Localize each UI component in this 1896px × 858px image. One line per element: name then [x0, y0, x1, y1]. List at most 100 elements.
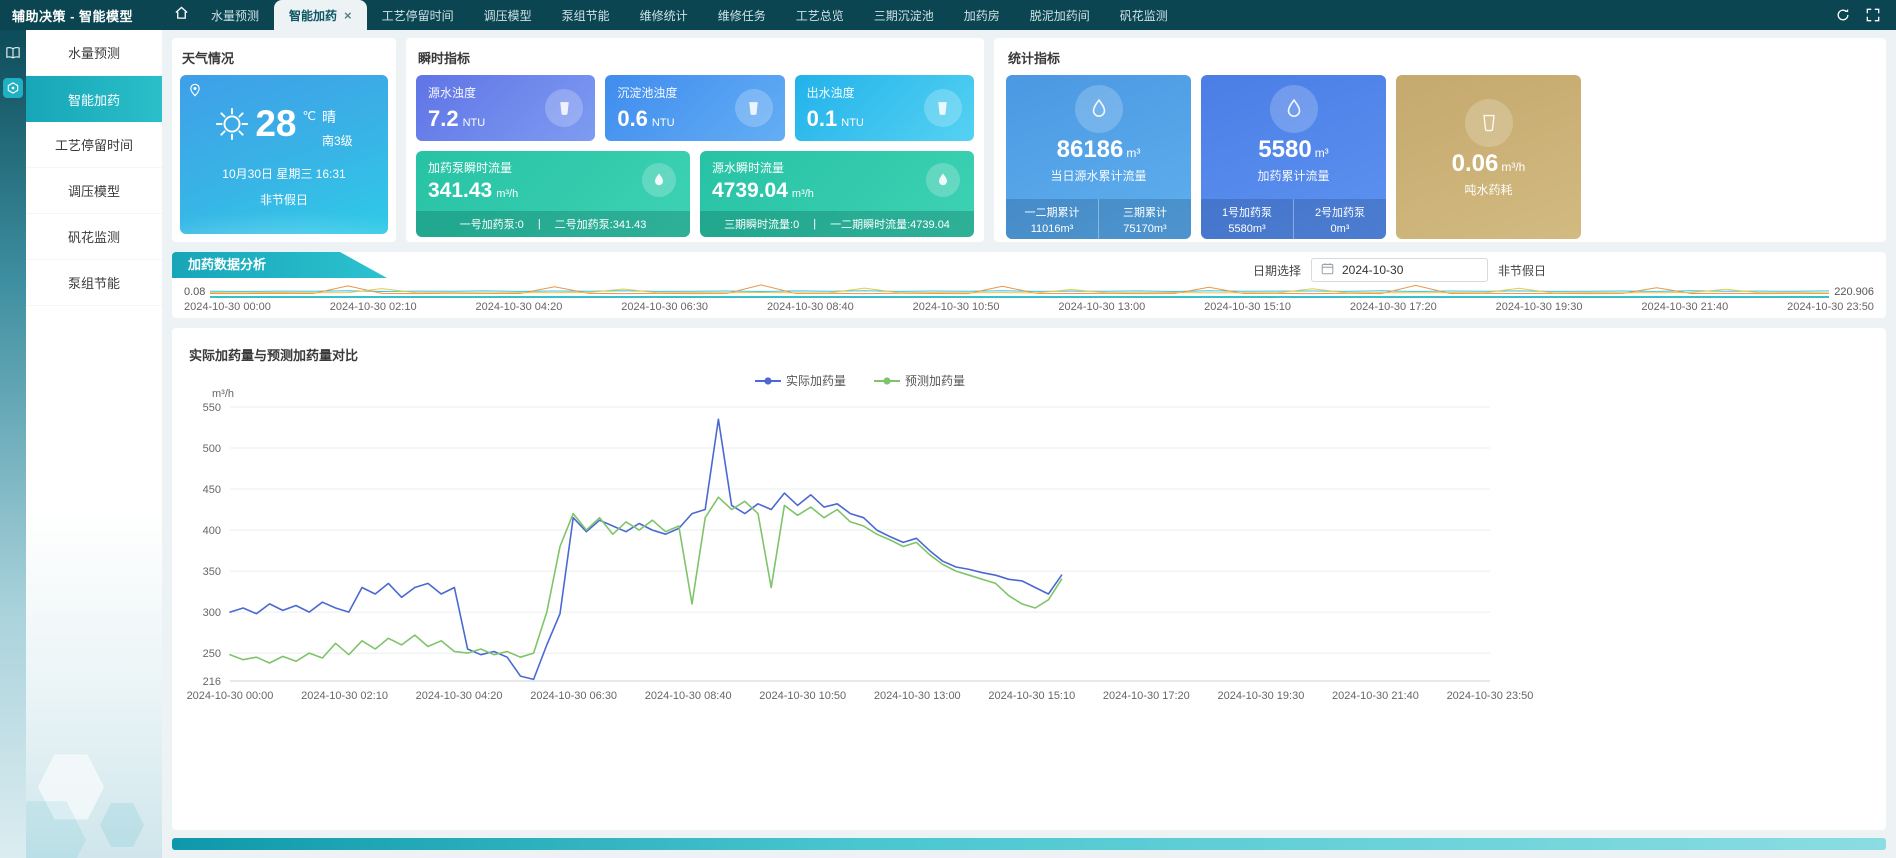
x-axis-label: 2024-10-30 21:40 [1332, 690, 1419, 702]
fullscreen-icon[interactable] [1866, 8, 1880, 22]
tab-pressure-model[interactable]: 调压模型 [469, 0, 547, 30]
y-axis-tick: 250 [203, 648, 221, 660]
phase3-flow: 三期瞬时流量:0 [724, 216, 799, 232]
source-water-turbidity-card: 源水浊度 7.2NTU [416, 75, 595, 141]
x-axis-label: 2024-10-30 15:10 [988, 690, 1075, 702]
card-value: 5580 [1258, 136, 1311, 163]
card-label: 加药累计流量 [1257, 167, 1329, 184]
y-axis-tick: 550 [203, 402, 221, 414]
overview-x-label: 2024-10-30 15:10 [1204, 301, 1291, 313]
model-icon[interactable] [3, 78, 23, 98]
analysis-controls: 日期选择 2024-10-30 非节假日 [1253, 258, 1546, 282]
tab-label: 矾花监测 [1120, 7, 1168, 24]
turbidity-cards-row: 源水浊度 7.2NTU 沉淀池浊度 0.6NTU 出水浊度 0.1NTU [416, 75, 974, 141]
tab-process-overview[interactable]: 工艺总览 [781, 0, 859, 30]
tab-process-retention[interactable]: 工艺停留时间 [367, 0, 469, 30]
tab-maintenance-stats[interactable]: 维修统计 [625, 0, 703, 30]
tab-pump-energy[interactable]: 泵组节能 [547, 0, 625, 30]
card-label: 加药泵瞬时流量 [428, 159, 678, 176]
card-unit: m³/h [792, 188, 814, 200]
tab-floc-monitoring[interactable]: 矾花监测 [1105, 0, 1183, 30]
tab-phase3-sedimentation[interactable]: 三期沉淀池 [859, 0, 949, 30]
app-title: 辅助决策 - 智能模型 [0, 6, 166, 25]
y-axis-tick: 300 [203, 607, 221, 619]
calendar-icon [1321, 262, 1334, 278]
chart-series-line [230, 497, 1062, 663]
tab-label: 工艺总览 [796, 7, 844, 24]
sub-value: 5580m³ [1228, 223, 1265, 235]
overview-series-line [210, 288, 1829, 293]
card-value: 7.2 [428, 106, 459, 131]
holiday-status: 非节假日 [1498, 262, 1546, 279]
sidebar-item-water-forecast[interactable]: 水量预测 [26, 30, 162, 76]
x-axis-label: 2024-10-30 23:50 [1447, 690, 1534, 702]
sub-title: 2号加药泵 [1315, 204, 1365, 220]
dosing-analysis-panel: 加药数据分析 日期选择 2024-10-30 非节假日 0.08 220.906… [172, 252, 1886, 318]
chart-legend: 实际加药量 预测加药量 [230, 372, 1490, 389]
footer-gradient-bar [172, 838, 1886, 850]
datazoom-min-label: 0.08 [184, 286, 205, 298]
wind-level: 南3级 [322, 132, 353, 149]
card-unit: NTU [652, 117, 675, 129]
sidebar-item-process-retention[interactable]: 工艺停留时间 [26, 122, 162, 168]
card-value: 86186 [1057, 136, 1124, 163]
book-icon[interactable] [4, 44, 22, 62]
sidebar: 水量预测 智能加药 工艺停留时间 调压模型 矾花监测 泵组节能 [0, 30, 162, 858]
comparison-chart-panel: 实际加药量与预测加药量对比 实际加药量预测加药量 m³/h 5505004504… [172, 328, 1886, 830]
sub-title: 一二期累计 [1025, 204, 1080, 220]
tab-maintenance-tasks[interactable]: 维修任务 [703, 0, 781, 30]
beaker-icon [1465, 99, 1513, 147]
temperature-value: 28 [255, 105, 296, 142]
tab-close-icon[interactable]: × [344, 9, 352, 22]
instant-indicators-panel: 瞬时指标 源水浊度 7.2NTU 沉淀池浊度 0.6NTU 出水浊度 0.1 [406, 38, 984, 242]
home-button[interactable] [166, 0, 196, 30]
weather-card: 28 ℃ 晴 南3级 10月30日 星期三 16:31 非节假日 [180, 75, 388, 234]
tab-sludge-dosing-room[interactable]: 脱泥加药间 [1015, 0, 1105, 30]
datazoom-slider[interactable] [210, 282, 1829, 298]
card-unit: m³ [1126, 146, 1140, 160]
tab-label: 智能加药 [289, 7, 337, 24]
overview-x-label: 2024-10-30 06:30 [621, 301, 708, 313]
refresh-icon[interactable] [1836, 8, 1850, 22]
analysis-ribbon-title: 加药数据分析 [172, 252, 387, 278]
top-panels-row: 天气情况 28 ℃ 晴 南3级 [172, 38, 1886, 242]
stats-cards-row: 86186m³ 当日源水累计流量 一二期累计11016m³ 三期累计75170m… [1006, 75, 1874, 239]
source-water-flow-card: 源水瞬时流量 4739.04m³/h 三期瞬时流量:0 | 一二期瞬时流量:47… [700, 151, 974, 237]
temperature-unit: ℃ [302, 109, 315, 123]
effluent-turbidity-card: 出水浊度 0.1NTU [795, 75, 974, 141]
tab-dosing-room[interactable]: 加药房 [949, 0, 1015, 30]
phase12-flow: 一二期瞬时流量:4739.04 [830, 216, 950, 232]
weather-condition: 晴 [322, 107, 353, 127]
beaker-icon [735, 89, 773, 127]
tab-label: 工艺停留时间 [382, 7, 454, 24]
overview-x-label: 2024-10-30 08:40 [767, 301, 854, 313]
main-content: 天气情况 28 ℃ 晴 南3级 [162, 30, 1896, 858]
tab-smart-dosing[interactable]: 智能加药 × [274, 0, 367, 30]
y-axis-tick: 450 [203, 484, 221, 496]
card-value: 4739.04 [712, 179, 788, 202]
flow-cards-row: 加药泵瞬时流量 341.43m³/h 一号加药泵:0 | 二号加药泵:341.4… [416, 151, 974, 237]
legend-item[interactable]: 预测加药量 [874, 372, 965, 389]
sidebar-item-pump-energy[interactable]: 泵组节能 [26, 260, 162, 306]
datazoom-max-label: 220.906 [1834, 286, 1874, 298]
overview-sparkline-canvas [210, 282, 1829, 296]
overview-x-label: 2024-10-30 21:40 [1641, 301, 1728, 313]
sidebar-item-smart-dosing[interactable]: 智能加药 [26, 76, 162, 122]
pump2-flow: 二号加药泵:341.43 [555, 216, 647, 232]
tab-bar: 水量预测 智能加药 × 工艺停留时间 调压模型 泵组节能 维修统计 维修任务 工… [196, 0, 1820, 30]
sidebar-item-pressure-model[interactable]: 调压模型 [26, 168, 162, 214]
droplet-icon [926, 163, 960, 197]
main-chart-area[interactable]: 5505004504003503002502162024-10-30 00:00… [172, 328, 1886, 830]
weather-holiday-status: 非节假日 [180, 191, 388, 208]
tab-water-forecast[interactable]: 水量预测 [196, 0, 274, 30]
overview-x-label: 2024-10-30 13:00 [1058, 301, 1145, 313]
legend-item[interactable]: 实际加药量 [755, 372, 846, 389]
sidebar-item-floc-monitoring[interactable]: 矾花监测 [26, 214, 162, 260]
tab-label: 泵组节能 [562, 7, 610, 24]
droplet-icon [1075, 85, 1123, 133]
dosing-pump-flow-card: 加药泵瞬时流量 341.43m³/h 一号加药泵:0 | 二号加药泵:341.4… [416, 151, 690, 237]
date-picker-input[interactable]: 2024-10-30 [1311, 258, 1488, 282]
date-select-label: 日期选择 [1253, 262, 1301, 279]
x-axis-label: 2024-10-30 13:00 [874, 690, 961, 702]
overview-x-label: 2024-10-30 02:10 [330, 301, 417, 313]
